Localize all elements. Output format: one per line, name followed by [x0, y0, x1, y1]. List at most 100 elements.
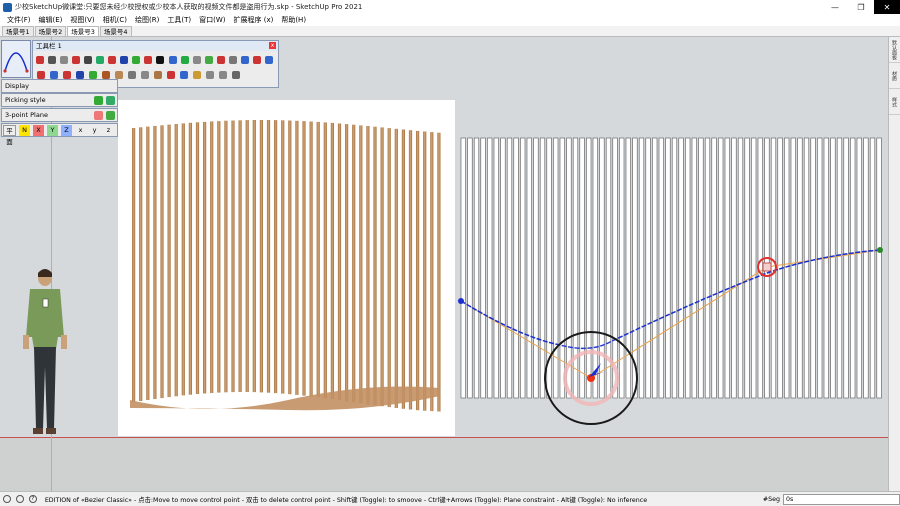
model-slat	[830, 137, 836, 399]
scale-figure-person	[23, 269, 67, 434]
menu-draw[interactable]: 绘图(R)	[131, 15, 163, 25]
row2-tool-button-9[interactable]	[139, 68, 150, 81]
plane-icon[interactable]	[94, 110, 103, 120]
row2-tool-button-16[interactable]	[230, 68, 241, 81]
row1-tool-button-5[interactable]	[83, 53, 93, 66]
scene-tab-3[interactable]: 场景号3	[67, 26, 99, 36]
toolbar-title-label: 工具栏 1	[36, 42, 62, 50]
minimize-button[interactable]: —	[822, 0, 848, 14]
axis-btn-lower-y[interactable]: y	[89, 125, 100, 136]
geolocation-icon[interactable]	[3, 495, 11, 503]
row1-tool-button-12[interactable]	[168, 53, 178, 66]
row1-tool-button-2[interactable]	[47, 53, 57, 66]
row1-tool-button-13[interactable]	[180, 53, 190, 66]
tray-tab-materials[interactable]: 材质	[889, 63, 900, 89]
row2-tool-button-11[interactable]	[165, 68, 176, 81]
row1-tool-button-17[interactable]	[228, 53, 238, 66]
row1-tool-icon-18	[240, 55, 249, 64]
row1-tool-button-18[interactable]	[240, 53, 250, 66]
model-slat	[869, 137, 876, 399]
curve-start-point[interactable]	[458, 298, 464, 304]
axis-btn-y[interactable]: Y	[47, 124, 58, 136]
row1-tool-icon-1	[36, 55, 45, 64]
sketchup-app-icon	[3, 2, 12, 12]
row1-tool-button-10[interactable]	[143, 53, 153, 66]
plane-icon-2[interactable]	[106, 110, 115, 120]
row1-tool-button-20[interactable]	[264, 53, 274, 66]
row1-tool-button-3[interactable]	[59, 53, 69, 66]
measurements-input[interactable]	[783, 493, 900, 505]
row1-tool-icon-12	[168, 55, 177, 64]
model-slat	[513, 137, 519, 399]
display-panel[interactable]: Display	[1, 79, 118, 93]
model-slat	[810, 137, 816, 399]
row1-tool-button-16[interactable]	[216, 53, 226, 66]
scene-tab-1[interactable]: 场景号1	[2, 26, 34, 36]
row1-tool-button-15[interactable]	[204, 53, 214, 66]
model-slat	[526, 137, 532, 399]
menu-file[interactable]: 文件(F)	[3, 15, 35, 25]
row1-tool-button-8[interactable]	[119, 53, 129, 66]
axis-constraint-bar: 平面 N X Y Z x y z	[1, 123, 118, 146]
row2-tool-button-14[interactable]	[204, 68, 215, 81]
axis-btn-plane[interactable]: 平面	[3, 124, 16, 146]
model-slat	[698, 137, 704, 399]
curve-end-point[interactable]	[877, 247, 883, 253]
menu-tools[interactable]: 工具(T)	[163, 15, 195, 25]
menu-help[interactable]: 帮助(H)	[277, 15, 310, 25]
scene-tab-4[interactable]: 场景号4	[99, 26, 132, 36]
row1-tool-icon-13	[180, 55, 189, 64]
menu-camera[interactable]: 相机(C)	[99, 15, 131, 25]
axis-btn-x[interactable]: X	[33, 124, 44, 136]
menu-bar: 文件(F) 编辑(E) 视图(V) 相机(C) 绘图(R) 工具(T) 窗口(W…	[0, 14, 900, 26]
picking-style-icon-2[interactable]	[106, 95, 115, 105]
model-slat	[724, 137, 730, 399]
modeling-viewport[interactable]	[0, 37, 888, 491]
toolbar-close-button[interactable]: x	[269, 42, 276, 49]
tray-tab-styles[interactable]: 样式	[889, 89, 900, 115]
row1-tool-icon-4	[72, 55, 81, 64]
tray-tab-default[interactable]: 默认面板	[889, 37, 900, 63]
menu-edit[interactable]: 编辑(E)	[35, 15, 67, 25]
row2-tool-button-8[interactable]	[126, 68, 137, 81]
row1-tool-icon-9	[132, 55, 141, 64]
picking-style-panel[interactable]: Picking style	[1, 93, 118, 107]
row2-tool-button-15[interactable]	[217, 68, 228, 81]
row1-tool-button-6[interactable]	[95, 53, 105, 66]
row2-tool-icon-8	[127, 70, 136, 79]
row1-tool-button-11[interactable]	[155, 53, 165, 66]
picking-style-icon[interactable]	[94, 95, 103, 105]
picking-style-label: Picking style	[5, 96, 46, 104]
row1-tool-button-19[interactable]	[252, 53, 262, 66]
menu-window[interactable]: 窗口(W)	[195, 15, 229, 25]
row2-tool-button-13[interactable]	[191, 68, 202, 81]
row1-tool-icon-2	[48, 55, 57, 64]
row1-tool-icon-16	[216, 55, 225, 64]
model-slat	[876, 137, 882, 399]
maximize-button[interactable]: ❐	[848, 0, 874, 14]
bezier-tool-icon[interactable]	[1, 40, 31, 78]
row2-tool-icon-12	[179, 70, 188, 79]
credits-icon[interactable]	[15, 495, 24, 503]
row2-tool-button-12[interactable]	[178, 68, 189, 81]
close-button[interactable]: ✕	[874, 0, 900, 14]
row1-tool-button-1[interactable]	[35, 53, 45, 66]
axis-btn-lower-x[interactable]: x	[75, 125, 86, 136]
help-icon[interactable]: ?	[28, 495, 37, 503]
axis-btn-n[interactable]: N	[19, 124, 30, 136]
row2-tool-button-10[interactable]	[152, 68, 163, 81]
three-point-plane-panel[interactable]: 3-point Plane	[1, 108, 118, 122]
row2-tool-icon-11	[166, 70, 175, 79]
menu-view[interactable]: 视图(V)	[66, 15, 98, 25]
row1-tool-button-7[interactable]	[107, 53, 117, 66]
menu-extensions[interactable]: 扩展程序 (x)	[229, 15, 277, 25]
scene-tab-2[interactable]: 场景号2	[34, 26, 67, 36]
axis-btn-lower-z[interactable]: z	[103, 125, 114, 136]
row1-tool-button-9[interactable]	[131, 53, 141, 66]
row1-tool-button-4[interactable]	[71, 53, 81, 66]
row1-tool-button-14[interactable]	[192, 53, 202, 66]
model-slat	[493, 137, 499, 399]
row1-tool-icon-11	[156, 55, 165, 64]
axis-btn-z[interactable]: Z	[61, 124, 72, 136]
title-bar: 少校SketchUp微课堂:只要您未经少校授权或少校本人获取的视频文件都是盗用行…	[0, 0, 900, 14]
